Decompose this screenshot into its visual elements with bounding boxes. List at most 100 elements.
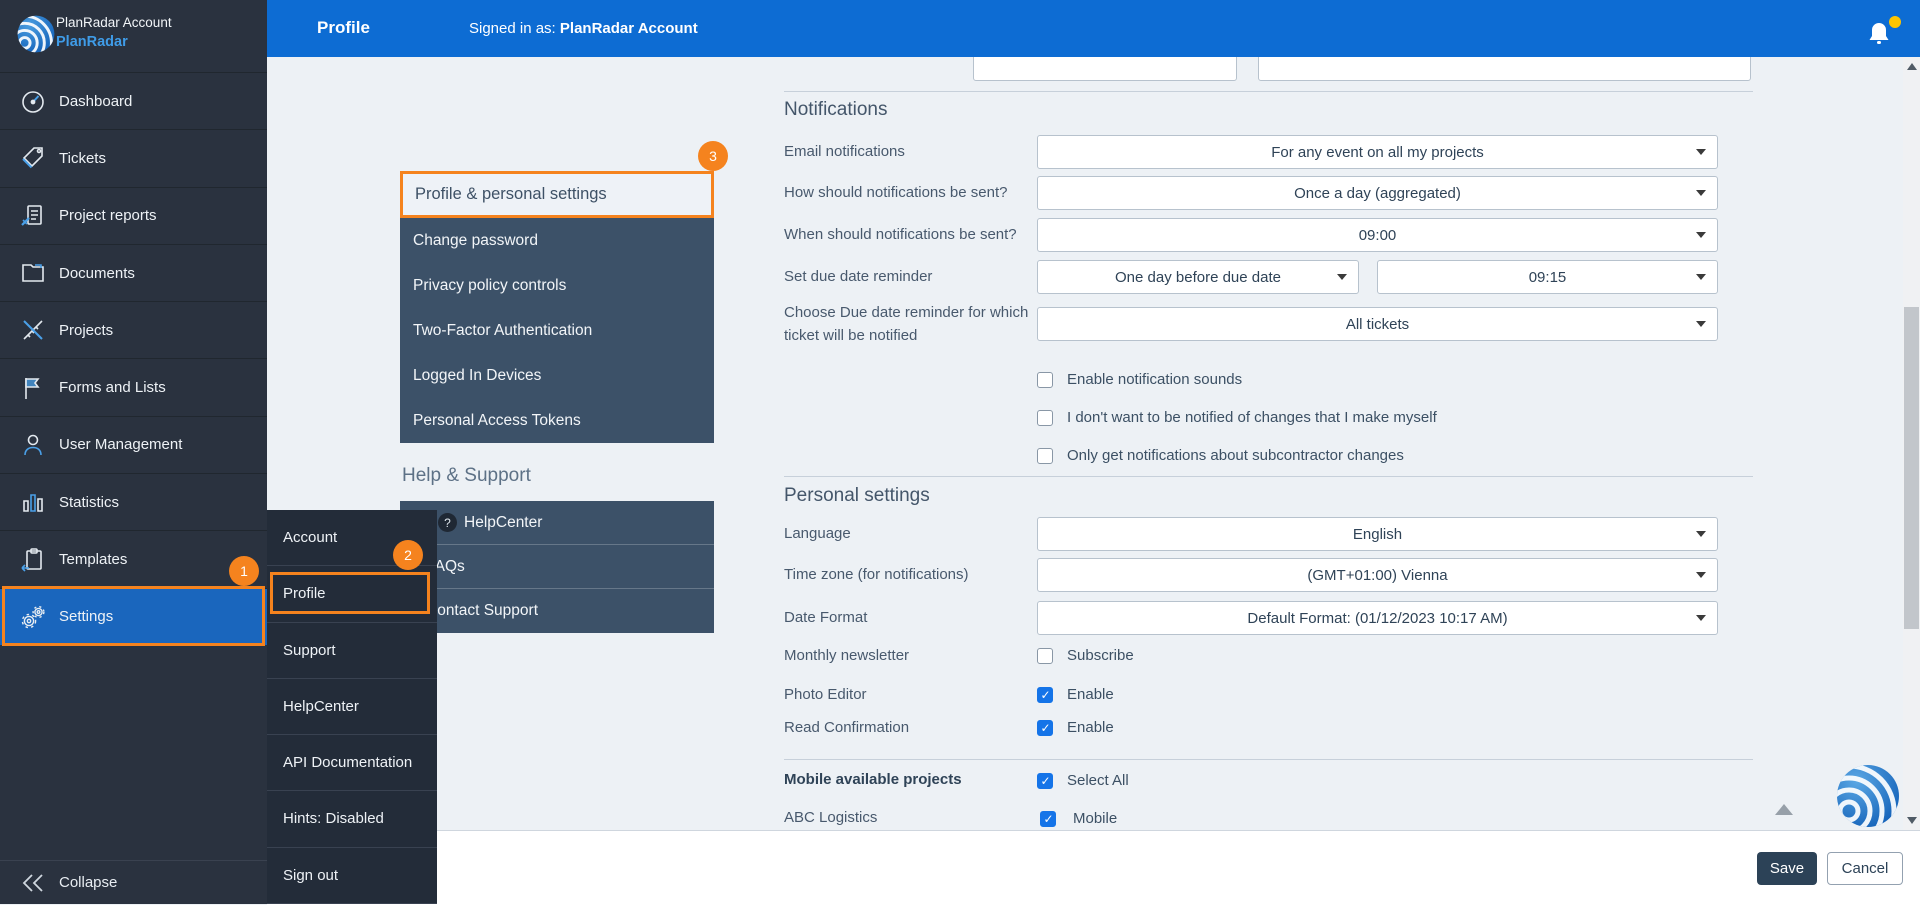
section-divider [784,476,1753,477]
sidebar-item-projects[interactable]: Projects [0,301,267,358]
when-notifications-label: When should notifications be sent? [784,226,1017,243]
scrollbar-down-icon[interactable] [1907,817,1917,824]
chevron-down-icon [1696,190,1706,196]
project-mobile-checkbox[interactable] [1040,811,1056,827]
due-date-reminder-label: Set due date reminder [784,268,932,285]
help-item-contact-support[interactable]: Contact Support [400,589,714,633]
sidebar-item-label: Settings [59,608,113,625]
menu-item-profile[interactable]: Profile [267,566,437,622]
sidebar-item-forms-and-lists[interactable]: Forms and Lists [0,358,267,415]
sidebar-item-user-management[interactable]: User Management [0,416,267,473]
double-chevron-left-icon [18,873,48,893]
sidebar-item-documents[interactable]: Documents [0,244,267,301]
brand-name: PlanRadar [56,34,128,50]
sidebar-item-statistics[interactable]: Statistics [0,473,267,530]
project-row-label: ABC Logistics [784,809,877,826]
notification-dot [1889,16,1901,28]
cancel-button[interactable]: Cancel [1827,852,1903,885]
chevron-down-icon [1696,274,1706,280]
gears-icon [18,603,48,631]
settings-nav: Profile & personal settings Change passw… [400,171,714,633]
person-icon [18,431,48,459]
folder-icon [18,259,48,287]
bar-chart-icon [18,488,48,516]
collapse-label: Collapse [59,874,117,891]
due-date-reminder-select[interactable]: One day before due date [1037,260,1359,294]
sidebar-item-label: Forms and Lists [59,379,166,396]
scroll-up-icon[interactable] [1775,804,1793,815]
action-footer: Save Cancel [267,830,1920,905]
settings-nav-item-personal-access-tokens[interactable]: Personal Access Tokens [400,398,714,443]
menu-item-api-documentation[interactable]: API Documentation [267,735,437,791]
date-format-select[interactable]: Default Format: (01/12/2023 10:17 AM) [1037,601,1718,635]
help-support-heading: Help & Support [402,465,714,487]
read-confirmation-checkbox[interactable] [1037,720,1053,736]
due-date-time-select[interactable]: 09:15 [1377,260,1718,294]
planradar-watermark-logo [1836,764,1900,828]
scrollbar-up-icon[interactable] [1907,63,1917,70]
settings-nav-item-logged-in-devices[interactable]: Logged In Devices [400,353,714,398]
menu-item-sign-out[interactable]: Sign out [267,848,437,904]
settings-nav-item-privacy-policy[interactable]: Privacy policy controls [400,263,714,308]
bell-icon[interactable] [1868,21,1890,46]
photo-editor-enable-label: Enable [1067,686,1114,703]
monthly-newsletter-label: Monthly newsletter [784,647,909,664]
notification-sounds-checkbox[interactable] [1037,372,1053,388]
help-item-helpcenter[interactable]: ? HelpCenter [400,501,714,545]
help-support-panel: ? HelpCenter FAQs Contact Support [400,501,714,633]
date-format-label: Date Format [784,609,867,626]
signed-in-account-name: PlanRadar Account [560,20,698,37]
select-all-checkbox[interactable] [1037,773,1053,789]
language-label: Language [784,525,851,542]
how-notifications-select[interactable]: Once a day (aggregated) [1037,176,1718,210]
gauge-icon [18,87,48,115]
partial-input[interactable] [973,57,1237,81]
personal-settings-heading: Personal settings [784,485,930,507]
project-mobile-label: Mobile [1073,810,1117,827]
photo-editor-checkbox[interactable] [1037,687,1053,703]
settings-nav-item-change-password[interactable]: Change password [400,218,714,263]
menu-item-support[interactable]: Support [267,623,437,679]
signed-in-status: Signed in as: PlanRadar Account [469,20,698,37]
sidebar-item-project-reports[interactable]: Project reports [0,187,267,244]
section-divider [784,759,1753,760]
vertical-scrollbar[interactable] [1903,57,1920,830]
ticket-filter-select[interactable]: All tickets [1037,307,1718,341]
settings-nav-item-two-factor[interactable]: Two-Factor Authentication [400,308,714,353]
sidebar-item-label: Documents [59,265,135,282]
scrollbar-thumb[interactable] [1904,307,1919,629]
planradar-logo-icon [17,15,55,53]
timezone-label: Time zone (for notifications) [784,566,969,583]
sidebar-collapse-button[interactable]: Collapse [0,860,267,904]
sidebar-header[interactable]: PlanRadar Account PlanRadar [0,0,267,72]
sidebar-item-dashboard[interactable]: Dashboard [0,72,267,129]
menu-item-helpcenter[interactable]: HelpCenter [267,679,437,735]
save-button[interactable]: Save [1757,852,1817,885]
when-notifications-select[interactable]: 09:00 [1037,218,1718,252]
menu-item-hints[interactable]: Hints: Disabled [267,791,437,847]
help-item-faqs[interactable]: FAQs [400,545,714,589]
question-circle-icon: ? [438,513,457,532]
no-self-notify-checkbox[interactable] [1037,410,1053,426]
settings-nav-panel: Change password Privacy policy controls … [400,218,714,443]
sidebar-item-tickets[interactable]: Tickets [0,129,267,186]
sidebar-menu: Dashboard Tickets Project reports Docume… [0,72,267,645]
sidebar-item-label: Projects [59,322,113,339]
email-notifications-select[interactable]: For any event on all my projects [1037,135,1718,169]
subscribe-label: Subscribe [1067,647,1134,664]
notification-sounds-label: Enable notification sounds [1067,371,1242,388]
subscribe-checkbox[interactable] [1037,648,1053,664]
timezone-select[interactable]: (GMT+01:00) Vienna [1037,558,1718,592]
subcontractor-only-label: Only get notifications about subcontract… [1067,447,1404,464]
settings-nav-item-profile-personal[interactable]: Profile & personal settings [400,171,714,218]
clipboard-icon [18,546,48,574]
language-select[interactable]: English [1037,517,1718,551]
sidebar-item-settings[interactable]: Settings [0,588,267,645]
email-notifications-label: Email notifications [784,143,905,160]
sidebar-item-templates[interactable]: Templates [0,530,267,587]
step-badge-3: 3 [698,141,728,171]
partial-input[interactable] [1258,57,1751,81]
subcontractor-only-checkbox[interactable] [1037,448,1053,464]
how-notifications-label: How should notifications be sent? [784,184,1007,201]
chevron-down-icon [1696,572,1706,578]
